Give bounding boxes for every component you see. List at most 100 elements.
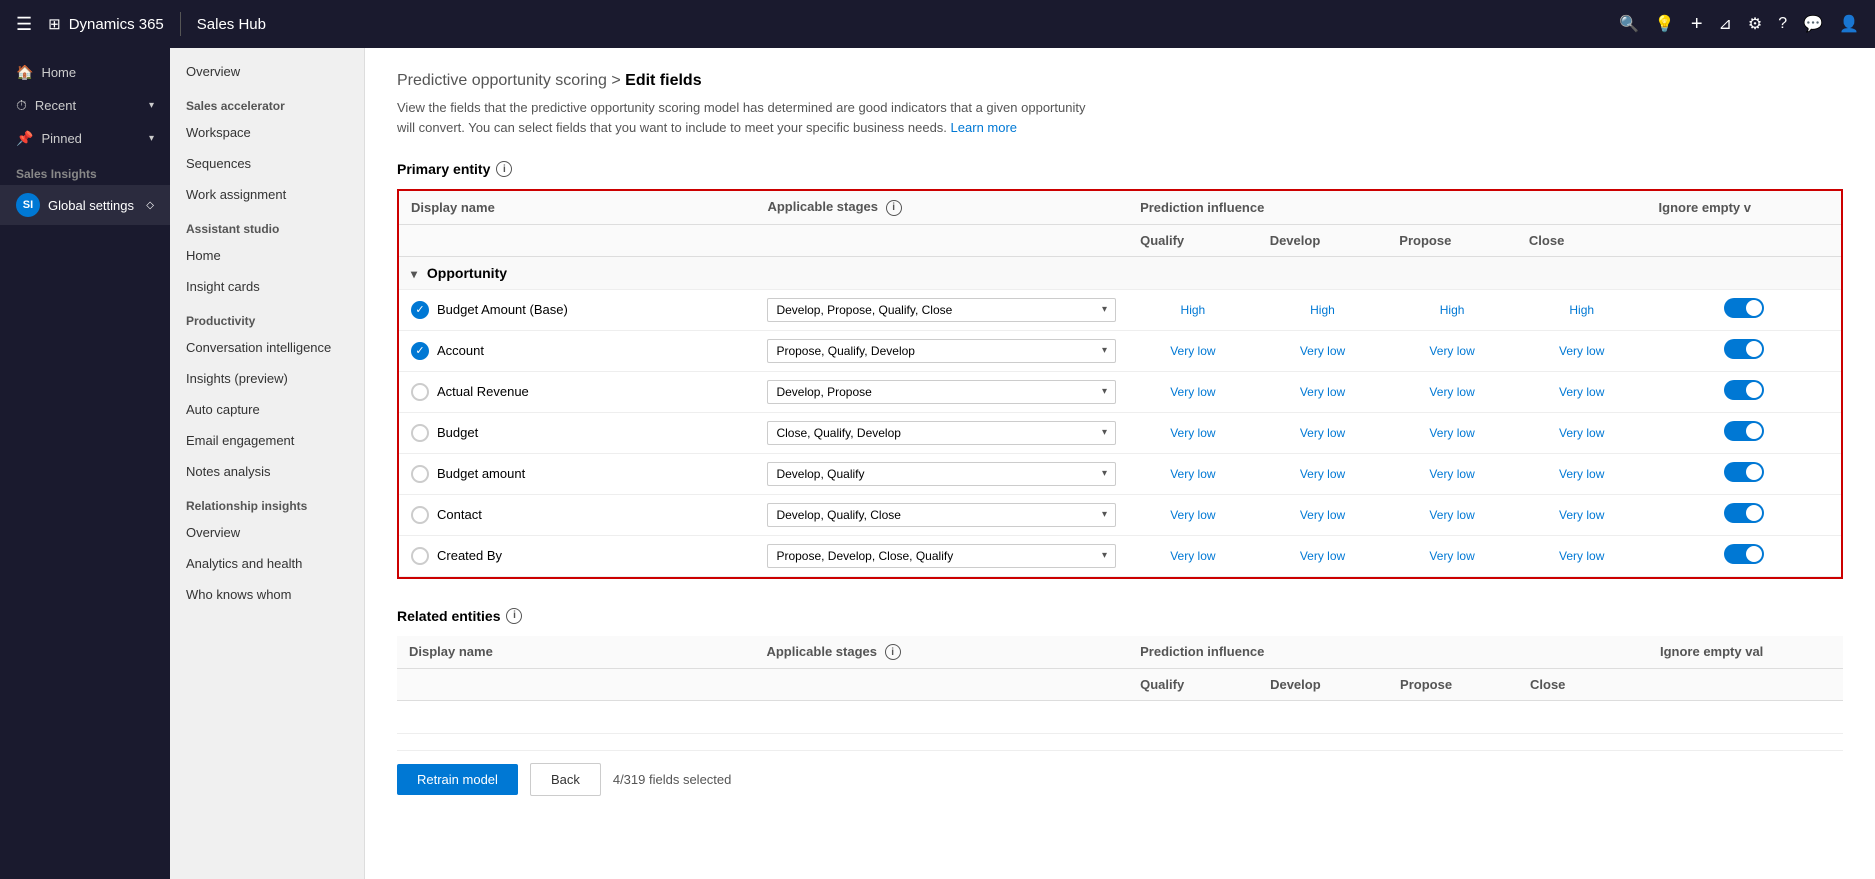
add-icon[interactable]: + — [1691, 13, 1703, 36]
re-applicable-stages-info-icon[interactable]: i — [885, 644, 901, 660]
qualify-link-1[interactable]: Very low — [1170, 344, 1215, 358]
primary-entity-info-icon[interactable]: i — [496, 161, 512, 177]
field-name-1: Account — [437, 343, 484, 358]
sidebar-item-pinned[interactable]: 📌 Pinned ▾ — [0, 122, 170, 155]
lightbulb-icon[interactable]: 💡 — [1655, 14, 1675, 34]
stage-dropdown-3[interactable]: Close, Qualify, Develop ▾ — [767, 421, 1116, 445]
stage-dropdown-1[interactable]: Propose, Qualify, Develop ▾ — [767, 339, 1116, 363]
search-icon[interactable]: 🔍 — [1619, 14, 1639, 34]
close-link-0[interactable]: High — [1569, 303, 1594, 317]
filter-icon[interactable]: ⊿ — [1719, 14, 1732, 34]
stage-dropdown-4[interactable]: Develop, Qualify ▾ — [767, 462, 1116, 486]
checkbox-1[interactable]: ✓ — [411, 342, 429, 360]
propose-link-5[interactable]: Very low — [1429, 508, 1474, 522]
sidebar-item-recent[interactable]: ⏱ Recent ▾ — [0, 89, 170, 122]
toggle-0[interactable] — [1724, 298, 1764, 318]
checkbox-4[interactable] — [411, 465, 429, 483]
qualify-link-5[interactable]: Very low — [1170, 508, 1215, 522]
develop-link-2[interactable]: Very low — [1300, 385, 1345, 399]
sidebar-item-insight-cards[interactable]: Insight cards — [170, 271, 364, 302]
qualify-link-6[interactable]: Very low — [1170, 549, 1215, 563]
toggle-5[interactable] — [1724, 503, 1764, 523]
toggle-4[interactable] — [1724, 462, 1764, 482]
sidebar-item-email-engagement[interactable]: Email engagement — [170, 425, 364, 456]
chat-icon[interactable]: 💬 — [1803, 14, 1823, 34]
close-link-5[interactable]: Very low — [1559, 508, 1604, 522]
checkbox-6[interactable] — [411, 547, 429, 565]
cell-stages-1: Propose, Qualify, Develop ▾ — [755, 330, 1128, 371]
left-sidebar: 🏠 Home ⏱ Recent ▾ 📌 Pinned ▾ Sales Insig… — [0, 48, 170, 879]
checkbox-0[interactable]: ✓ — [411, 301, 429, 319]
cell-develop-3: Very low — [1258, 412, 1388, 453]
retrain-model-button[interactable]: Retrain model — [397, 764, 518, 795]
develop-link-1[interactable]: Very low — [1300, 344, 1345, 358]
close-link-4[interactable]: Very low — [1559, 467, 1604, 481]
cell-develop-5: Very low — [1258, 494, 1388, 535]
close-link-3[interactable]: Very low — [1559, 426, 1604, 440]
cell-toggle-3 — [1647, 412, 1841, 453]
sidebar-item-who-knows-whom[interactable]: Who knows whom — [170, 579, 364, 610]
develop-link-0[interactable]: High — [1310, 303, 1335, 317]
stage-dropdown-2[interactable]: Develop, Propose ▾ — [767, 380, 1116, 404]
propose-link-0[interactable]: High — [1440, 303, 1465, 317]
sidebar-item-conversation-intelligence[interactable]: Conversation intelligence — [170, 332, 364, 363]
learn-more-link[interactable]: Learn more — [951, 120, 1017, 135]
cell-develop-2: Very low — [1258, 371, 1388, 412]
hamburger-menu-icon[interactable]: ☰ — [16, 14, 32, 35]
breadcrumb: Predictive opportunity scoring > Edit fi… — [397, 72, 1843, 90]
close-link-1[interactable]: Very low — [1559, 344, 1604, 358]
sidebar-item-home[interactable]: 🏠 Home — [0, 56, 170, 89]
sidebar-item-home2[interactable]: Home — [170, 240, 364, 271]
cell-toggle-6 — [1647, 535, 1841, 576]
toggle-6[interactable] — [1724, 544, 1764, 564]
propose-link-6[interactable]: Very low — [1429, 549, 1474, 563]
sidebar-item-global-settings[interactable]: SI Global settings ◇ — [0, 185, 170, 225]
checkbox-3[interactable] — [411, 424, 429, 442]
sidebar-item-overview2[interactable]: Overview — [170, 517, 364, 548]
qualify-link-0[interactable]: High — [1181, 303, 1206, 317]
develop-link-5[interactable]: Very low — [1300, 508, 1345, 522]
toggle-2[interactable] — [1724, 380, 1764, 400]
qualify-link-4[interactable]: Very low — [1170, 467, 1215, 481]
develop-link-6[interactable]: Very low — [1300, 549, 1345, 563]
toggle-1[interactable] — [1724, 339, 1764, 359]
stage-dropdown-value-2: Develop, Propose — [776, 385, 871, 399]
applicable-stages-info-icon[interactable]: i — [886, 200, 902, 216]
th-prediction-influence: Prediction influence — [1128, 191, 1646, 224]
sidebar-item-sequences[interactable]: Sequences — [170, 148, 364, 179]
re-th-applicable-stages: Applicable stages i — [754, 636, 1128, 669]
sidebar-item-workspace[interactable]: Workspace — [170, 117, 364, 148]
related-entities-info-icon[interactable]: i — [506, 608, 522, 624]
breadcrumb-separator: > — [611, 72, 625, 89]
settings-icon[interactable]: ⚙ — [1748, 14, 1762, 34]
th-empty1 — [399, 224, 755, 256]
si-badge: SI — [16, 193, 40, 217]
propose-link-2[interactable]: Very low — [1429, 385, 1474, 399]
stage-dropdown-5[interactable]: Develop, Qualify, Close ▾ — [767, 503, 1116, 527]
sidebar-item-notes-analysis[interactable]: Notes analysis — [170, 456, 364, 487]
checkbox-2[interactable] — [411, 383, 429, 401]
propose-link-4[interactable]: Very low — [1429, 467, 1474, 481]
sidebar-item-work-assignment[interactable]: Work assignment — [170, 179, 364, 210]
propose-link-3[interactable]: Very low — [1429, 426, 1474, 440]
help-icon[interactable]: ? — [1778, 15, 1787, 33]
th-develop: Develop — [1258, 224, 1388, 256]
develop-link-4[interactable]: Very low — [1300, 467, 1345, 481]
sidebar-item-overview[interactable]: Overview — [170, 56, 364, 87]
sidebar-item-insights-preview[interactable]: Insights (preview) — [170, 363, 364, 394]
qualify-link-2[interactable]: Very low — [1170, 385, 1215, 399]
stage-dropdown-6[interactable]: Propose, Develop, Close, Qualify ▾ — [767, 544, 1116, 568]
stage-dropdown-0[interactable]: Develop, Propose, Qualify, Close ▾ — [767, 298, 1116, 322]
back-button[interactable]: Back — [530, 763, 601, 796]
sidebar-item-analytics-health[interactable]: Analytics and health — [170, 548, 364, 579]
close-link-2[interactable]: Very low — [1559, 385, 1604, 399]
re-th-empty3 — [1648, 669, 1843, 701]
close-link-6[interactable]: Very low — [1559, 549, 1604, 563]
develop-link-3[interactable]: Very low — [1300, 426, 1345, 440]
sidebar-item-auto-capture[interactable]: Auto capture — [170, 394, 364, 425]
user-avatar[interactable]: 👤 — [1839, 14, 1859, 34]
toggle-3[interactable] — [1724, 421, 1764, 441]
propose-link-1[interactable]: Very low — [1429, 344, 1474, 358]
qualify-link-3[interactable]: Very low — [1170, 426, 1215, 440]
checkbox-5[interactable] — [411, 506, 429, 524]
